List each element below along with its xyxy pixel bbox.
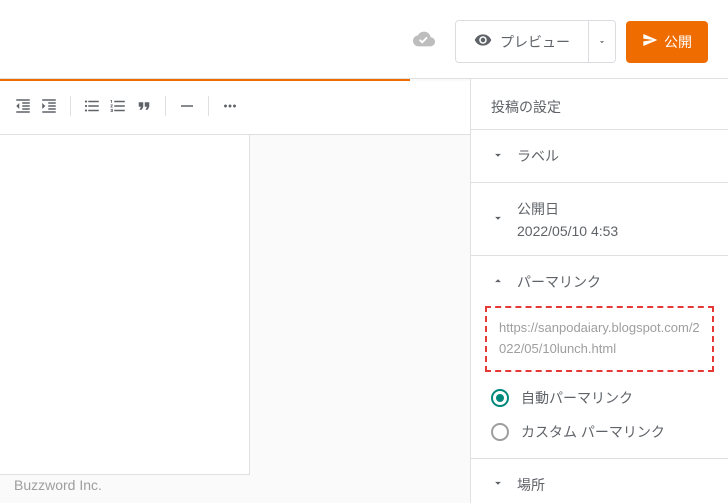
eye-icon <box>474 31 492 52</box>
chevron-up-icon <box>491 274 505 291</box>
location-label: 場所 <box>517 475 545 495</box>
settings-sidebar: 投稿の設定 ラベル 公開日 2022/05/10 4:53 パーマリンク <box>470 79 728 503</box>
published-value: 2022/05/10 4:53 <box>517 223 618 239</box>
preview-button[interactable]: プレビュー <box>456 21 588 62</box>
radio-label: カスタム パーマリンク <box>521 422 665 442</box>
toolbar-separator <box>165 96 166 116</box>
published-label: 公開日 <box>517 199 618 219</box>
footer-attribution: Buzzword Inc. <box>14 477 102 493</box>
publish-label: 公開 <box>664 32 692 52</box>
section-label: ラベル <box>517 146 559 166</box>
indent-increase-icon[interactable] <box>40 97 58 115</box>
section-labels[interactable]: ラベル <box>491 146 708 166</box>
section-permalink[interactable]: パーマリンク <box>491 272 708 292</box>
toolbar-separator <box>208 96 209 116</box>
send-icon <box>642 32 658 51</box>
chevron-down-icon <box>491 148 505 165</box>
radio-auto-permalink[interactable]: 自動パーマリンク <box>491 388 708 408</box>
radio-unchecked-icon <box>491 423 509 441</box>
section-location[interactable]: 場所 <box>491 475 708 495</box>
indent-decrease-icon[interactable] <box>14 97 32 115</box>
editor-area: Buzzword Inc. <box>0 79 470 503</box>
toolbar-separator <box>70 96 71 116</box>
publish-button[interactable]: 公開 <box>626 21 708 63</box>
horizontal-rule-icon[interactable] <box>178 97 196 115</box>
section-published[interactable]: 公開日 2022/05/10 4:53 <box>491 199 708 239</box>
bullet-list-icon[interactable] <box>83 97 101 115</box>
cloud-saved-icon <box>413 28 435 55</box>
chevron-down-icon <box>491 476 505 493</box>
chevron-down-icon <box>491 211 505 228</box>
radio-label: 自動パーマリンク <box>521 388 633 408</box>
preview-dropdown-button[interactable] <box>588 21 615 62</box>
more-icon[interactable] <box>221 97 239 115</box>
sidebar-title: 投稿の設定 <box>471 97 728 129</box>
numbered-list-icon[interactable] <box>109 97 127 115</box>
preview-label: プレビュー <box>500 32 570 52</box>
editor-toolbar <box>0 81 470 135</box>
permalink-label: パーマリンク <box>517 272 601 292</box>
caret-down-icon <box>597 37 607 47</box>
editor-canvas[interactable] <box>0 135 250 475</box>
radio-custom-permalink[interactable]: カスタム パーマリンク <box>491 422 708 442</box>
radio-checked-icon <box>491 389 509 407</box>
quote-icon[interactable] <box>135 97 153 115</box>
permalink-url-box: https://sanpodaiary.blogspot.com/2022/05… <box>485 306 714 372</box>
